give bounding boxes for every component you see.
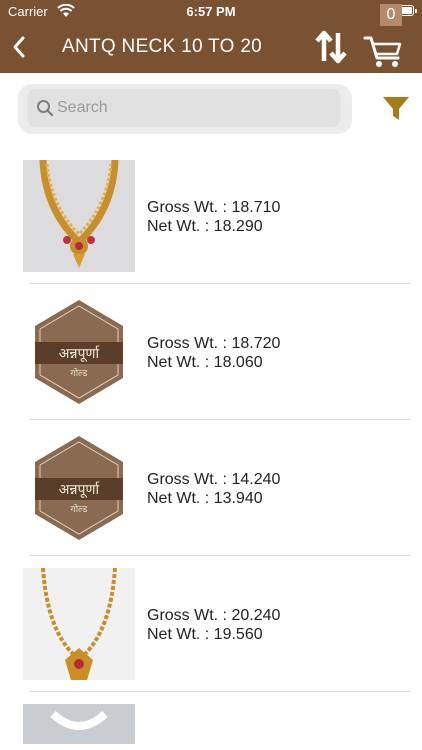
net-weight: Net Wt. : 13.940 [147,490,263,507]
product-image: अन्नपूर्णा गोल्ड [23,432,135,544]
product-image: अन्नपूर्णा गोल्ड [23,296,135,408]
status-bar: Carrier 6:57 PM [0,0,422,22]
long-necklace-image [23,568,135,680]
item-weights: Gross Wt. : 18.720 Net Wt. : 18.060 [147,334,280,372]
necklace-image [23,160,135,272]
svg-text:गोल्ड: गोल्ड [71,503,88,515]
svg-text:अन्नपूर्णा: अन्नपूर्णा [59,345,100,362]
net-weight: Net Wt. : 18.060 [147,354,263,371]
cart-count-badge: 0 [380,4,402,26]
page-title: ANTQ NECK 10 TO 20 [62,36,263,57]
brand-logo-placeholder: अन्नपूर्णा गोल्ड [23,432,135,544]
sort-icon[interactable] [312,28,350,66]
product-list: Gross Wt. : 18.710 Net Wt. : 18.290 अन्न… [0,148,422,750]
list-item[interactable]: Gross Wt. : 18.710 Net Wt. : 18.290 [0,148,422,284]
search-field[interactable] [27,89,341,127]
gross-weight: Gross Wt. : 18.710 [147,199,281,216]
necklace-image [23,704,135,744]
item-weights: Gross Wt. : 14.240 Net Wt. : 13.940 [147,470,280,508]
app-header: Carrier 6:57 PM ANTQ NECK 10 TO 20 0 [0,0,422,73]
filter-funnel-icon[interactable] [380,92,412,124]
status-time: 6:57 PM [186,4,236,19]
svg-text:अन्नपूर्णा: अन्नपूर्णा [59,481,100,498]
search-bar [18,84,352,134]
list-item[interactable]: Gross Wt. : 20.240 Net Wt. : 19.560 [0,556,422,692]
product-image [23,160,135,272]
search-input[interactable] [57,89,335,127]
net-weight: Net Wt. : 19.560 [147,626,263,643]
navigation-bar: ANTQ NECK 10 TO 20 [0,22,422,73]
list-item[interactable]: अन्नपूर्णा गोल्ड Gross Wt. : 18.720 Net … [0,284,422,420]
gross-weight: Gross Wt. : 18.720 [147,335,281,352]
item-weights: Gross Wt. : 20.240 Net Wt. : 19.560 [147,606,280,644]
list-item[interactable] [0,692,422,750]
product-image [23,704,135,744]
item-weights: Gross Wt. : 18.710 Net Wt. : 18.290 [147,198,280,236]
gross-weight: Gross Wt. : 14.240 [147,471,281,488]
net-weight: Net Wt. : 18.290 [147,218,263,235]
list-item[interactable]: अन्नपूर्णा गोल्ड Gross Wt. : 14.240 Net … [0,420,422,556]
product-image [23,568,135,680]
brand-logo-placeholder: अन्नपूर्णा गोल्ड [23,296,135,408]
back-arrow-icon[interactable] [8,32,30,62]
gross-weight: Gross Wt. : 20.240 [147,607,281,624]
search-icon [37,100,54,117]
svg-text:गोल्ड: गोल्ड [71,367,88,379]
cart-icon[interactable] [362,26,406,70]
